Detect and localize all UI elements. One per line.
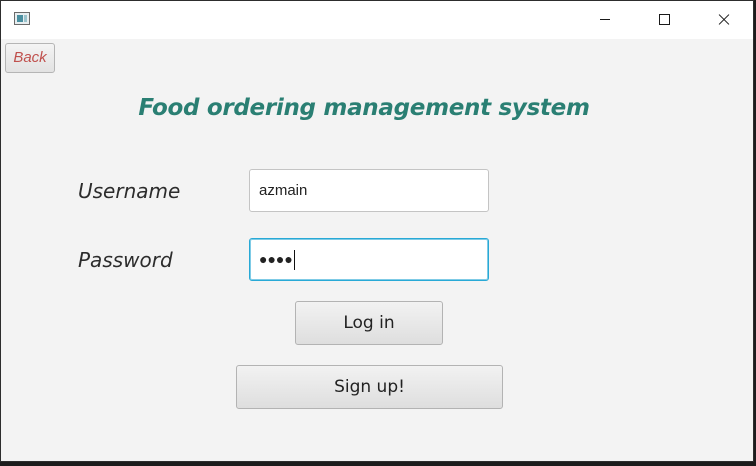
username-value: azmain <box>259 182 308 199</box>
app-icon <box>14 12 30 25</box>
app-window: Back Food ordering management system Use… <box>0 0 754 462</box>
password-label: Password <box>78 248 173 272</box>
username-input[interactable]: azmain <box>249 169 489 212</box>
text-caret <box>293 250 295 271</box>
close-icon[interactable] <box>701 1 747 39</box>
maximize-icon[interactable] <box>641 1 687 39</box>
login-button[interactable]: Log in <box>295 301 443 345</box>
page-title: Food ordering management system <box>138 95 590 121</box>
title-bar <box>1 1 753 39</box>
minimize-icon[interactable] <box>582 1 628 39</box>
username-label: Username <box>78 179 181 203</box>
back-button[interactable]: Back <box>5 43 55 73</box>
signup-button[interactable]: Sign up! <box>236 365 503 409</box>
password-input[interactable]: ●●●● <box>249 238 489 281</box>
password-masked-value: ●●●● <box>259 251 293 267</box>
